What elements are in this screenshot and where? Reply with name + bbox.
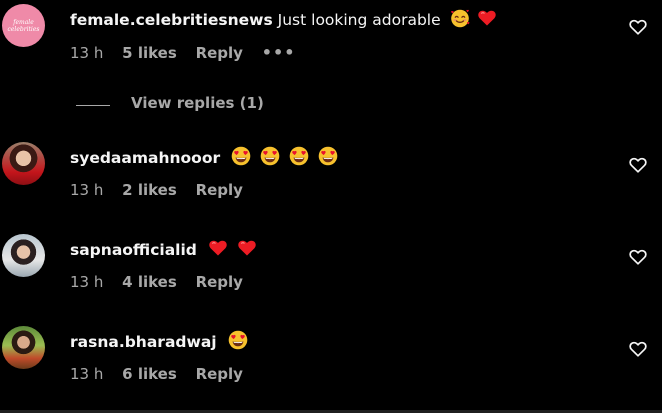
reply-button[interactable]: Reply — [196, 273, 243, 291]
comment-text-line: female.celebritiesnews Just looking ador… — [70, 8, 497, 33]
comment-text-line: syedaamahnooor — [70, 146, 338, 171]
reply-button[interactable]: Reply — [196, 44, 243, 62]
red-heart-icon — [477, 8, 497, 33]
avatar[interactable] — [2, 142, 45, 185]
comment-meta: 13 h 2 likes Reply — [70, 181, 257, 199]
comment-likes[interactable]: 5 likes — [122, 44, 177, 62]
comment-time: 13 h — [70, 181, 104, 199]
heart-eyes-icon — [289, 146, 309, 171]
like-heart-icon[interactable] — [628, 339, 648, 359]
view-replies-label[interactable]: View replies (1) — [131, 94, 264, 112]
comment-meta: 13 h 5 likes Reply ••• — [70, 43, 309, 62]
comment-username[interactable]: rasna.bharadwaj — [70, 333, 217, 351]
comment-likes[interactable]: 2 likes — [122, 181, 177, 199]
comment-meta: 13 h 6 likes Reply — [70, 365, 257, 383]
heart-eyes-icon — [260, 146, 280, 171]
more-options-icon[interactable]: ••• — [262, 43, 296, 62]
smiling-face-with-hearts-icon — [450, 8, 470, 33]
like-heart-icon[interactable] — [628, 247, 648, 267]
comment-meta: 13 h 4 likes Reply — [70, 273, 257, 291]
comments-list: female celebrities female.celebritiesnew… — [0, 0, 662, 413]
reply-button[interactable]: Reply — [196, 365, 243, 383]
view-replies-divider — [76, 105, 110, 106]
comment-text-line: sapnaofficialid — [70, 238, 257, 263]
comment-text-line: rasna.bharadwaj — [70, 330, 248, 355]
comment-time: 13 h — [70, 273, 104, 291]
comment-likes[interactable]: 4 likes — [122, 273, 177, 291]
comment-likes[interactable]: 6 likes — [122, 365, 177, 383]
avatar[interactable] — [2, 326, 45, 369]
reply-button[interactable]: Reply — [196, 181, 243, 199]
heart-eyes-icon — [318, 146, 338, 171]
red-heart-icon — [237, 238, 257, 263]
comment-time: 13 h — [70, 365, 104, 383]
like-heart-icon[interactable] — [628, 155, 648, 175]
comment-username[interactable]: syedaamahnooor — [70, 149, 220, 167]
heart-eyes-icon — [228, 330, 248, 355]
avatar[interactable]: female celebrities — [2, 4, 45, 47]
avatar[interactable] — [2, 234, 45, 277]
like-heart-icon[interactable] — [628, 17, 648, 37]
comment-time: 13 h — [70, 44, 104, 62]
red-heart-icon — [208, 238, 228, 263]
comment-body: Just looking adorable — [277, 11, 441, 29]
comment-username[interactable]: female.celebritiesnews — [70, 11, 273, 29]
avatar-logo-text: female celebrities — [7, 18, 40, 33]
heart-eyes-icon — [231, 146, 251, 171]
comment-username[interactable]: sapnaofficialid — [70, 241, 197, 259]
